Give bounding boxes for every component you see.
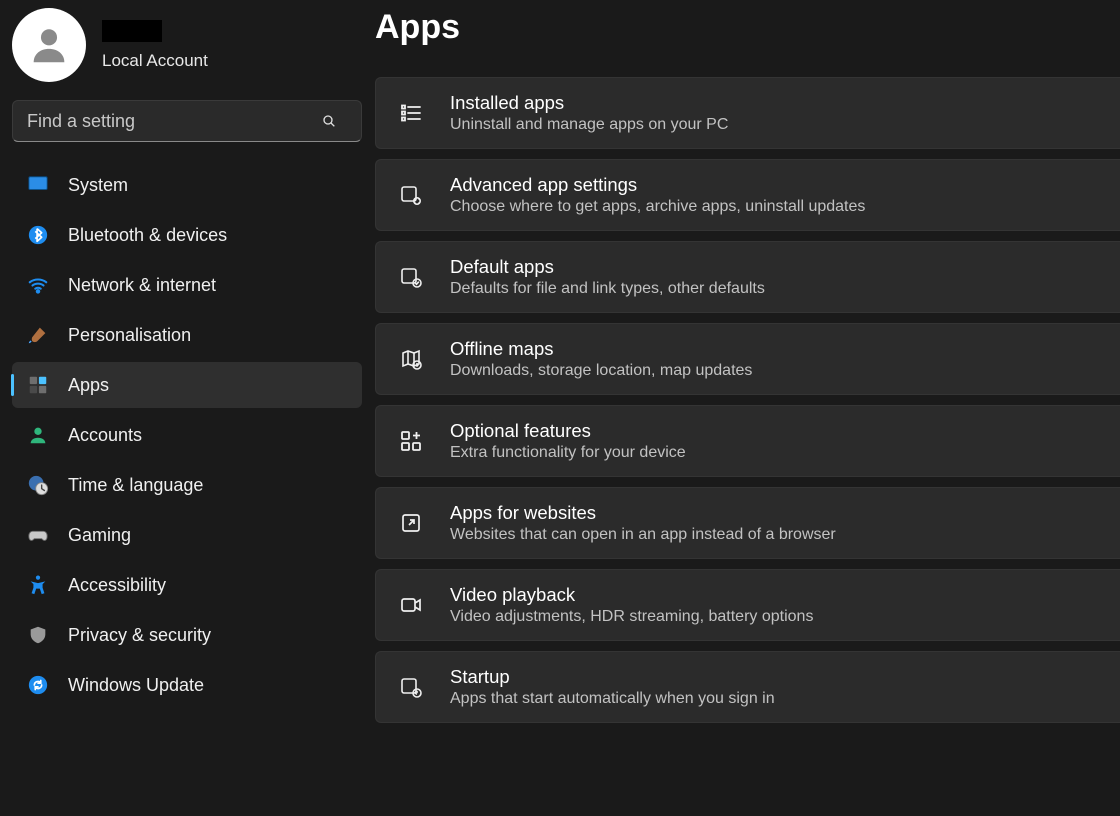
card-optional-features[interactable]: Optional features Extra functionality fo… <box>375 405 1120 477</box>
sidebar-item-privacy[interactable]: Privacy & security <box>12 612 362 658</box>
card-subtitle: Extra functionality for your device <box>450 444 686 462</box>
gamepad-icon <box>26 523 50 547</box>
startup-icon <box>398 674 424 700</box>
map-download-icon <box>398 346 424 372</box>
clock-globe-icon <box>26 473 50 497</box>
profile-block[interactable]: Local Account <box>12 8 363 100</box>
account-icon <box>26 423 50 447</box>
update-icon <box>26 673 50 697</box>
sidebar-item-label: Windows Update <box>68 675 204 696</box>
sidebar-item-network[interactable]: Network & internet <box>12 262 362 308</box>
sidebar-item-label: Gaming <box>68 525 131 546</box>
sidebar-item-personalisation[interactable]: Personalisation <box>12 312 362 358</box>
sidebar-item-time-language[interactable]: Time & language <box>12 462 362 508</box>
search-icon <box>321 113 337 129</box>
sidebar-item-label: Network & internet <box>68 275 216 296</box>
sidebar-item-gaming[interactable]: Gaming <box>12 512 362 558</box>
card-offline-maps[interactable]: Offline maps Downloads, storage location… <box>375 323 1120 395</box>
open-link-icon <box>398 510 424 536</box>
card-subtitle: Video adjustments, HDR streaming, batter… <box>450 608 813 626</box>
monitor-icon <box>26 173 50 197</box>
app-gear-icon <box>398 182 424 208</box>
card-default-apps[interactable]: Default apps Defaults for file and link … <box>375 241 1120 313</box>
page-title: Apps <box>375 8 1120 47</box>
sidebar-item-label: Privacy & security <box>68 625 211 646</box>
apps-icon <box>26 373 50 397</box>
sidebar-item-label: Apps <box>68 375 109 396</box>
sidebar-item-system[interactable]: System <box>12 162 362 208</box>
card-video-playback[interactable]: Video playback Video adjustments, HDR st… <box>375 569 1120 641</box>
profile-subtitle: Local Account <box>102 51 208 71</box>
video-icon <box>398 592 424 618</box>
sidebar-item-label: Time & language <box>68 475 203 496</box>
card-title: Advanced app settings <box>450 174 865 196</box>
avatar <box>12 8 86 82</box>
app-check-icon <box>398 264 424 290</box>
paintbrush-icon <box>26 323 50 347</box>
sidebar-item-label: Accessibility <box>68 575 166 596</box>
person-icon <box>26 22 72 68</box>
card-subtitle: Defaults for file and link types, other … <box>450 280 765 298</box>
list-icon <box>398 100 424 126</box>
card-title: Video playback <box>450 584 813 606</box>
card-advanced-app-settings[interactable]: Advanced app settings Choose where to ge… <box>375 159 1120 231</box>
search-field[interactable] <box>12 100 363 142</box>
shield-icon <box>26 623 50 647</box>
card-title: Installed apps <box>450 92 728 114</box>
sidebar-nav: System Bluetooth & devices Network & int… <box>12 162 363 712</box>
card-subtitle: Uninstall and manage apps on your PC <box>450 116 728 134</box>
add-app-icon <box>398 428 424 454</box>
card-title: Apps for websites <box>450 502 836 524</box>
card-title: Startup <box>450 666 775 688</box>
sidebar-item-windows-update[interactable]: Windows Update <box>12 662 362 708</box>
sidebar: Local Account System Bluetooth & devices… <box>0 0 375 816</box>
card-subtitle: Choose where to get apps, archive apps, … <box>450 198 865 216</box>
profile-text: Local Account <box>102 20 208 71</box>
sidebar-item-label: Personalisation <box>68 325 191 346</box>
card-subtitle: Apps that start automatically when you s… <box>450 690 775 708</box>
card-subtitle: Websites that can open in an app instead… <box>450 526 836 544</box>
sidebar-item-accounts[interactable]: Accounts <box>12 412 362 458</box>
card-apps-for-websites[interactable]: Apps for websites Websites that can open… <box>375 487 1120 559</box>
card-installed-apps[interactable]: Installed apps Uninstall and manage apps… <box>375 77 1120 149</box>
sidebar-item-accessibility[interactable]: Accessibility <box>12 562 362 608</box>
sidebar-item-apps[interactable]: Apps <box>12 362 362 408</box>
card-title: Offline maps <box>450 338 752 360</box>
profile-name <box>102 20 162 42</box>
bluetooth-icon <box>26 223 50 247</box>
wifi-icon <box>26 273 50 297</box>
sidebar-item-label: Bluetooth & devices <box>68 225 227 246</box>
search-input[interactable] <box>12 100 362 142</box>
main-content: Apps Installed apps Uninstall and manage… <box>375 0 1120 816</box>
sidebar-item-bluetooth[interactable]: Bluetooth & devices <box>12 212 362 258</box>
card-subtitle: Downloads, storage location, map updates <box>450 362 752 380</box>
card-title: Default apps <box>450 256 765 278</box>
card-title: Optional features <box>450 420 686 442</box>
sidebar-item-label: System <box>68 175 128 196</box>
settings-cards: Installed apps Uninstall and manage apps… <box>375 77 1120 723</box>
card-startup[interactable]: Startup Apps that start automatically wh… <box>375 651 1120 723</box>
accessibility-icon <box>26 573 50 597</box>
sidebar-item-label: Accounts <box>68 425 142 446</box>
